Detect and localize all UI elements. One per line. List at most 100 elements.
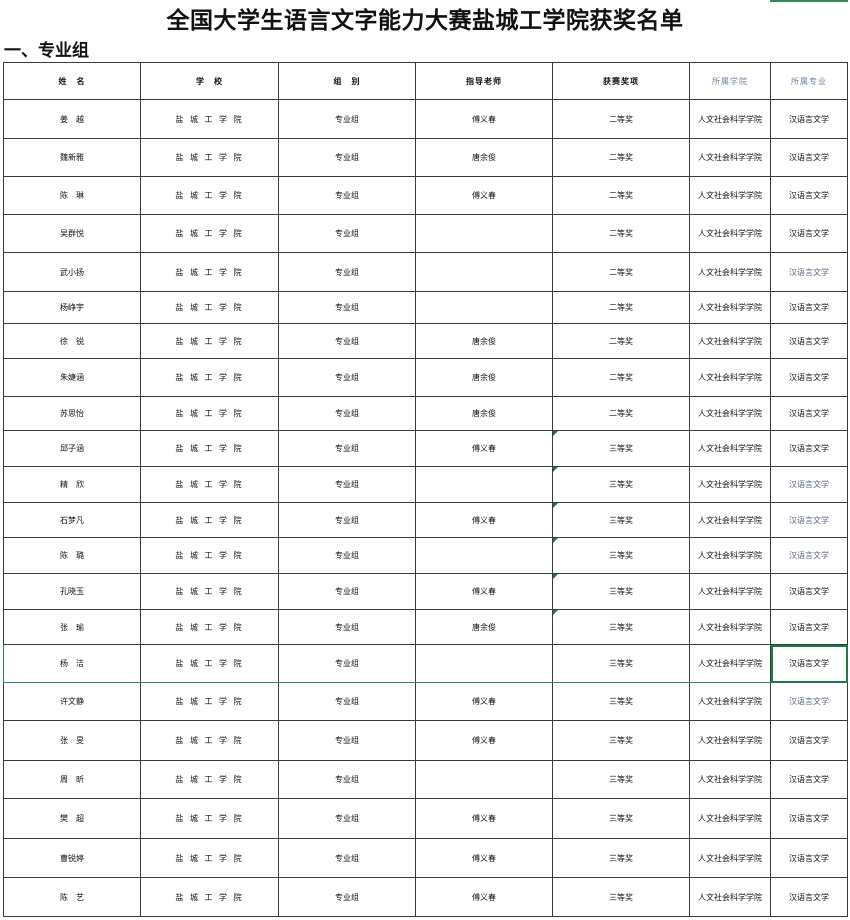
cell-college[interactable]: 人文社会科学学院 bbox=[689, 99, 771, 139]
cell-name[interactable]: 陈 璐 bbox=[3, 537, 141, 574]
cell-name[interactable]: 姜 越 bbox=[3, 99, 141, 139]
cell-name[interactable]: 苏思怡 bbox=[3, 396, 141, 431]
cell-group[interactable]: 专业组 bbox=[278, 720, 416, 761]
cell-name[interactable]: 魏新雅 bbox=[3, 138, 141, 177]
cell-major[interactable]: 汉语言文学 bbox=[770, 644, 848, 683]
cell-teacher[interactable]: 傅义春 bbox=[415, 877, 553, 917]
cell-teacher[interactable]: 唐余俊 bbox=[415, 396, 553, 431]
cell-name[interactable]: 吴群悦 bbox=[3, 214, 141, 253]
cell-major[interactable]: 汉语言文学 bbox=[770, 573, 848, 610]
cell-major[interactable]: 汉语言文学 bbox=[770, 466, 848, 503]
cell-college[interactable]: 人文社会科学学院 bbox=[689, 644, 771, 683]
cell-teacher[interactable]: 傅义春 bbox=[415, 176, 553, 215]
cell-name[interactable]: 陈 琳 bbox=[3, 176, 141, 215]
cell-award[interactable]: 三等奖 bbox=[552, 877, 690, 917]
cell-major[interactable]: 汉语言文学 bbox=[770, 323, 848, 359]
header-award[interactable]: 获赛奖项 bbox=[552, 62, 690, 100]
cell-group[interactable]: 专业组 bbox=[278, 323, 416, 359]
cell-name[interactable]: 孔晓玉 bbox=[3, 573, 141, 610]
cell-name[interactable]: 樊 超 bbox=[3, 798, 141, 839]
cell-school[interactable]: 盐 城 工 学 院 bbox=[140, 358, 279, 397]
cell-school[interactable]: 盐 城 工 学 院 bbox=[140, 466, 279, 503]
cell-teacher[interactable]: 唐余俊 bbox=[415, 609, 553, 645]
cell-school[interactable]: 盐 城 工 学 院 bbox=[140, 430, 279, 467]
cell-major[interactable]: 汉语言文学 bbox=[770, 252, 848, 292]
cell-group[interactable]: 专业组 bbox=[278, 573, 416, 610]
cell-name[interactable]: 张 旻 bbox=[3, 720, 141, 761]
cell-award[interactable]: 二等奖 bbox=[552, 396, 690, 431]
cell-group[interactable]: 专业组 bbox=[278, 138, 416, 177]
cell-school[interactable]: 盐 城 工 学 院 bbox=[140, 252, 279, 292]
cell-major[interactable]: 汉语言文学 bbox=[770, 720, 848, 761]
cell-name[interactable]: 杨峥宇 bbox=[3, 291, 141, 324]
cell-school[interactable]: 盐 城 工 学 院 bbox=[140, 877, 279, 917]
cell-major[interactable]: 汉语言文学 bbox=[770, 877, 848, 917]
cell-group[interactable]: 专业组 bbox=[278, 537, 416, 574]
cell-teacher[interactable] bbox=[415, 252, 553, 292]
header-teacher[interactable]: 指导老师 bbox=[415, 62, 553, 100]
cell-award[interactable]: 三等奖 bbox=[552, 798, 690, 839]
cell-college[interactable]: 人文社会科学学院 bbox=[689, 798, 771, 839]
cell-name[interactable]: 石梦凡 bbox=[3, 502, 141, 538]
cell-school[interactable]: 盐 城 工 学 院 bbox=[140, 537, 279, 574]
cell-college[interactable]: 人文社会科学学院 bbox=[689, 396, 771, 431]
cell-group[interactable]: 专业组 bbox=[278, 358, 416, 397]
cell-college[interactable]: 人文社会科学学院 bbox=[689, 502, 771, 538]
cell-award[interactable]: 二等奖 bbox=[552, 214, 690, 253]
cell-college[interactable]: 人文社会科学学院 bbox=[689, 358, 771, 397]
cell-teacher[interactable] bbox=[415, 291, 553, 324]
cell-group[interactable]: 专业组 bbox=[278, 760, 416, 799]
cell-award[interactable]: 二等奖 bbox=[552, 176, 690, 215]
cell-college[interactable]: 人文社会科学学院 bbox=[689, 138, 771, 177]
cell-school[interactable]: 盐 城 工 学 院 bbox=[140, 682, 279, 721]
cell-college[interactable]: 人文社会科学学院 bbox=[689, 466, 771, 503]
cell-college[interactable]: 人文社会科学学院 bbox=[689, 609, 771, 645]
cell-award[interactable]: 三等奖 bbox=[552, 573, 690, 610]
cell-teacher[interactable]: 傅义春 bbox=[415, 573, 553, 610]
cell-name[interactable]: 精 欣 bbox=[3, 466, 141, 503]
cell-teacher[interactable] bbox=[415, 537, 553, 574]
cell-college[interactable]: 人文社会科学学院 bbox=[689, 760, 771, 799]
cell-school[interactable]: 盐 城 工 学 院 bbox=[140, 573, 279, 610]
cell-group[interactable]: 专业组 bbox=[278, 291, 416, 324]
cell-school[interactable]: 盐 城 工 学 院 bbox=[140, 291, 279, 324]
cell-award[interactable]: 三等奖 bbox=[552, 720, 690, 761]
cell-major[interactable]: 汉语言文学 bbox=[770, 798, 848, 839]
cell-major[interactable]: 汉语言文学 bbox=[770, 609, 848, 645]
cell-award[interactable]: 三等奖 bbox=[552, 537, 690, 574]
cell-teacher[interactable]: 傅义春 bbox=[415, 430, 553, 467]
cell-school[interactable]: 盐 城 工 学 院 bbox=[140, 99, 279, 139]
cell-group[interactable]: 专业组 bbox=[278, 644, 416, 683]
cell-group[interactable]: 专业组 bbox=[278, 502, 416, 538]
cell-teacher[interactable]: 傅义春 bbox=[415, 502, 553, 538]
cell-school[interactable]: 盐 城 工 学 院 bbox=[140, 138, 279, 177]
cell-name[interactable]: 许文静 bbox=[3, 682, 141, 721]
cell-group[interactable]: 专业组 bbox=[278, 682, 416, 721]
cell-name[interactable]: 徐 锐 bbox=[3, 323, 141, 359]
cell-teacher[interactable] bbox=[415, 466, 553, 503]
cell-teacher[interactable]: 唐余俊 bbox=[415, 138, 553, 177]
cell-teacher[interactable]: 唐余俊 bbox=[415, 323, 553, 359]
header-name[interactable]: 姓 名 bbox=[3, 62, 141, 100]
cell-award[interactable]: 二等奖 bbox=[552, 323, 690, 359]
cell-group[interactable]: 专业组 bbox=[278, 466, 416, 503]
cell-name[interactable]: 周 昕 bbox=[3, 760, 141, 799]
cell-college[interactable]: 人文社会科学学院 bbox=[689, 838, 771, 878]
cell-college[interactable]: 人文社会科学学院 bbox=[689, 176, 771, 215]
cell-name[interactable]: 武小扬 bbox=[3, 252, 141, 292]
cell-award[interactable]: 二等奖 bbox=[552, 252, 690, 292]
cell-college[interactable]: 人文社会科学学院 bbox=[689, 430, 771, 467]
cell-teacher[interactable]: 傅义春 bbox=[415, 838, 553, 878]
cell-college[interactable]: 人文社会科学学院 bbox=[689, 537, 771, 574]
cell-college[interactable]: 人文社会科学学院 bbox=[689, 214, 771, 253]
cell-group[interactable]: 专业组 bbox=[278, 430, 416, 467]
cell-college[interactable]: 人文社会科学学院 bbox=[689, 252, 771, 292]
cell-school[interactable]: 盐 城 工 学 院 bbox=[140, 644, 279, 683]
cell-teacher[interactable]: 傅义春 bbox=[415, 798, 553, 839]
cell-major[interactable]: 汉语言文学 bbox=[770, 396, 848, 431]
cell-group[interactable]: 专业组 bbox=[278, 214, 416, 253]
cell-school[interactable]: 盐 城 工 学 院 bbox=[140, 176, 279, 215]
header-school[interactable]: 学 校 bbox=[140, 62, 279, 100]
cell-school[interactable]: 盐 城 工 学 院 bbox=[140, 838, 279, 878]
cell-college[interactable]: 人文社会科学学院 bbox=[689, 323, 771, 359]
